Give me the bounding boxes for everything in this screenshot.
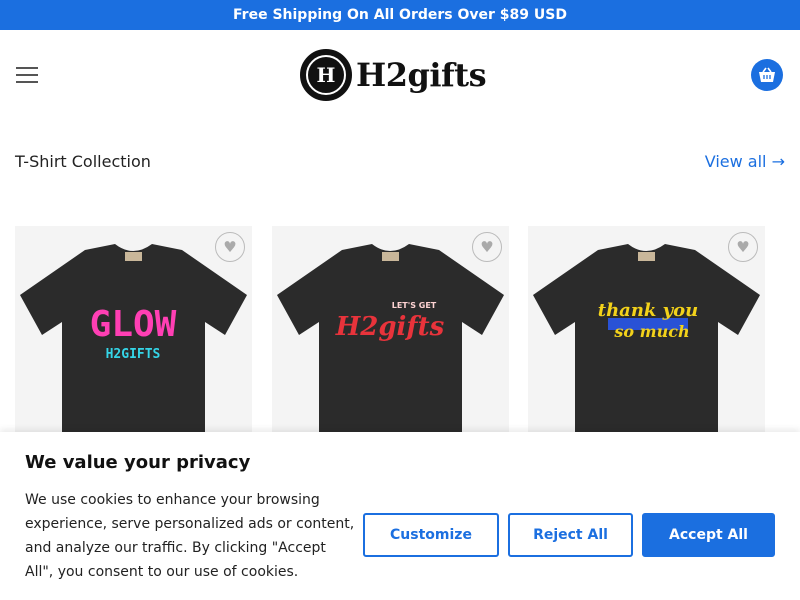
logo-text: H2gifts [356,56,487,94]
print-top: LET'S GET [392,301,437,310]
product-card[interactable]: thank you so much ♥ [528,226,765,436]
promo-banner-text: Free Shipping On All Orders Over $89 USD [233,7,567,23]
site-logo[interactable]: H H2gifts [300,48,487,102]
view-all-link[interactable]: View all → [705,152,785,171]
accept-all-button[interactable]: Accept All [642,513,775,557]
cart-button[interactable] [751,59,783,91]
cookie-body: We use cookies to enhance your browsing … [25,492,355,580]
basket-icon [759,67,775,82]
print-line2: so much [613,322,689,341]
logo-mark-letter: H [306,55,346,95]
print-main: GLOW [90,304,177,345]
logo-mark: H [300,49,352,101]
print-line1: thank you [598,300,698,321]
print-sub: H2GIFTS [106,347,161,362]
wishlist-heart-icon[interactable]: ♥ [215,232,245,262]
site-header: H H2gifts [0,30,800,120]
print-main: H2gifts [335,312,445,342]
wishlist-heart-icon[interactable]: ♥ [472,232,502,262]
promo-banner: Free Shipping On All Orders Over $89 USD [0,0,800,30]
tshirt-image: thank you so much [533,244,760,436]
customize-button[interactable]: Customize [363,513,499,557]
menu-icon[interactable] [16,67,38,83]
product-card[interactable]: LET'S GET H2gifts ♥ [272,226,509,436]
cookie-title: We value your privacy [25,452,251,473]
section-title: T-Shirt Collection [15,152,151,171]
product-card[interactable]: GLOW H2GIFTS ♥ [15,226,252,436]
wishlist-heart-icon[interactable]: ♥ [728,232,758,262]
reject-all-button[interactable]: Reject All [508,513,633,557]
tshirt-image: GLOW H2GIFTS [20,244,247,436]
tshirt-image: LET'S GET H2gifts [277,244,504,436]
